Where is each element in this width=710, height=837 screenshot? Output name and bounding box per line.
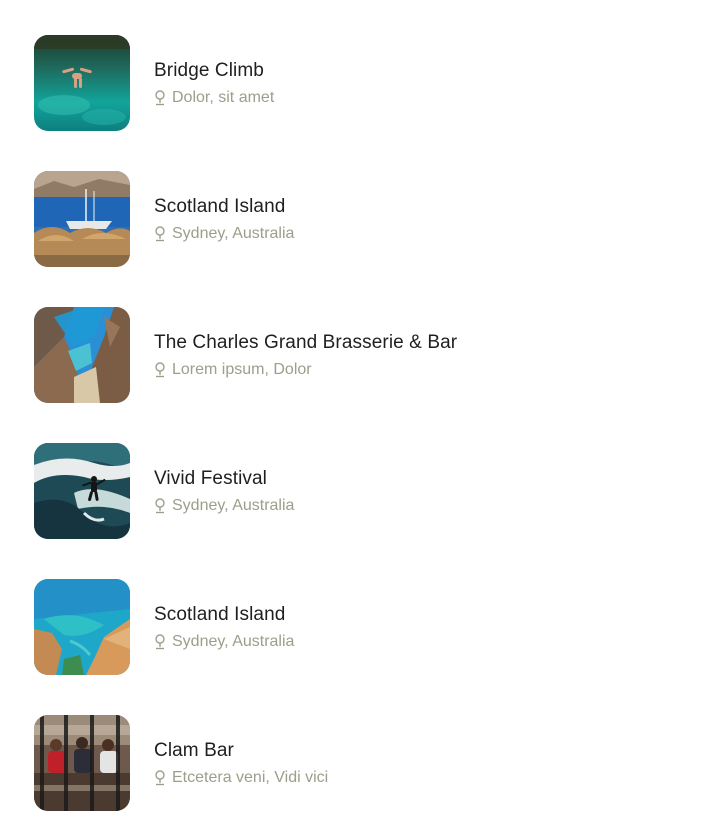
cliff-jumper-lagoon-photo <box>34 35 130 131</box>
place-location: Sydney, Australia <box>154 632 294 652</box>
map-pin-icon <box>154 225 166 242</box>
place-location-text: Sydney, Australia <box>172 224 295 242</box>
crowd-behind-fence-photo <box>34 715 130 811</box>
place-list-item[interactable]: Bridge Climb Dolor, sit amet <box>34 35 674 131</box>
place-location: Sydney, Australia <box>154 496 294 516</box>
place-info: The Charles Grand Brasserie & Bar Lorem … <box>154 331 457 380</box>
place-info: Scotland Island Sydney, Australia <box>154 603 294 652</box>
place-title: Scotland Island <box>154 195 286 217</box>
place-location: Lorem ipsum, Dolor <box>154 360 457 380</box>
place-info: Bridge Climb Dolor, sit amet <box>154 59 274 108</box>
place-location-text: Dolor, sit amet <box>172 88 275 106</box>
surfer-wave-photo <box>34 443 130 539</box>
turquoise-coast-cliffs-photo <box>34 579 130 675</box>
place-list-item[interactable]: The Charles Grand Brasserie & Bar Lorem … <box>34 307 674 403</box>
place-title: Scotland Island <box>154 603 286 625</box>
map-pin-icon <box>154 633 166 650</box>
place-location-text: Sydney, Australia <box>172 496 295 514</box>
map-pin-icon <box>154 497 166 514</box>
place-location-text: Lorem ipsum, Dolor <box>172 360 312 378</box>
place-info: Clam Bar Etcetera veni, Vidi vici <box>154 739 328 788</box>
place-title: Vivid Festival <box>154 467 267 489</box>
place-list-item[interactable]: Clam Bar Etcetera veni, Vidi vici <box>34 715 674 811</box>
place-location: Etcetera veni, Vidi vici <box>154 768 328 788</box>
place-list-item[interactable]: Scotland Island Sydney, Australia <box>34 579 674 675</box>
map-pin-icon <box>154 89 166 106</box>
map-pin-icon <box>154 769 166 786</box>
place-info: Vivid Festival Sydney, Australia <box>154 467 294 516</box>
place-list-item[interactable]: Vivid Festival Sydney, Australia <box>34 443 674 539</box>
place-location-text: Etcetera veni, Vidi vici <box>172 768 329 786</box>
map-pin-icon <box>154 361 166 378</box>
place-title: Clam Bar <box>154 739 234 761</box>
boat-beach-umbrellas-photo <box>34 171 130 267</box>
place-title: Bridge Climb <box>154 59 264 81</box>
place-title: The Charles Grand Brasserie & Bar <box>154 331 458 353</box>
place-location: Sydney, Australia <box>154 224 294 244</box>
place-info: Scotland Island Sydney, Australia <box>154 195 294 244</box>
rocky-cove-beach-photo <box>34 307 130 403</box>
place-location: Dolor, sit amet <box>154 88 274 108</box>
place-list-item[interactable]: Scotland Island Sydney, Australia <box>34 171 674 267</box>
place-location-text: Sydney, Australia <box>172 632 295 650</box>
